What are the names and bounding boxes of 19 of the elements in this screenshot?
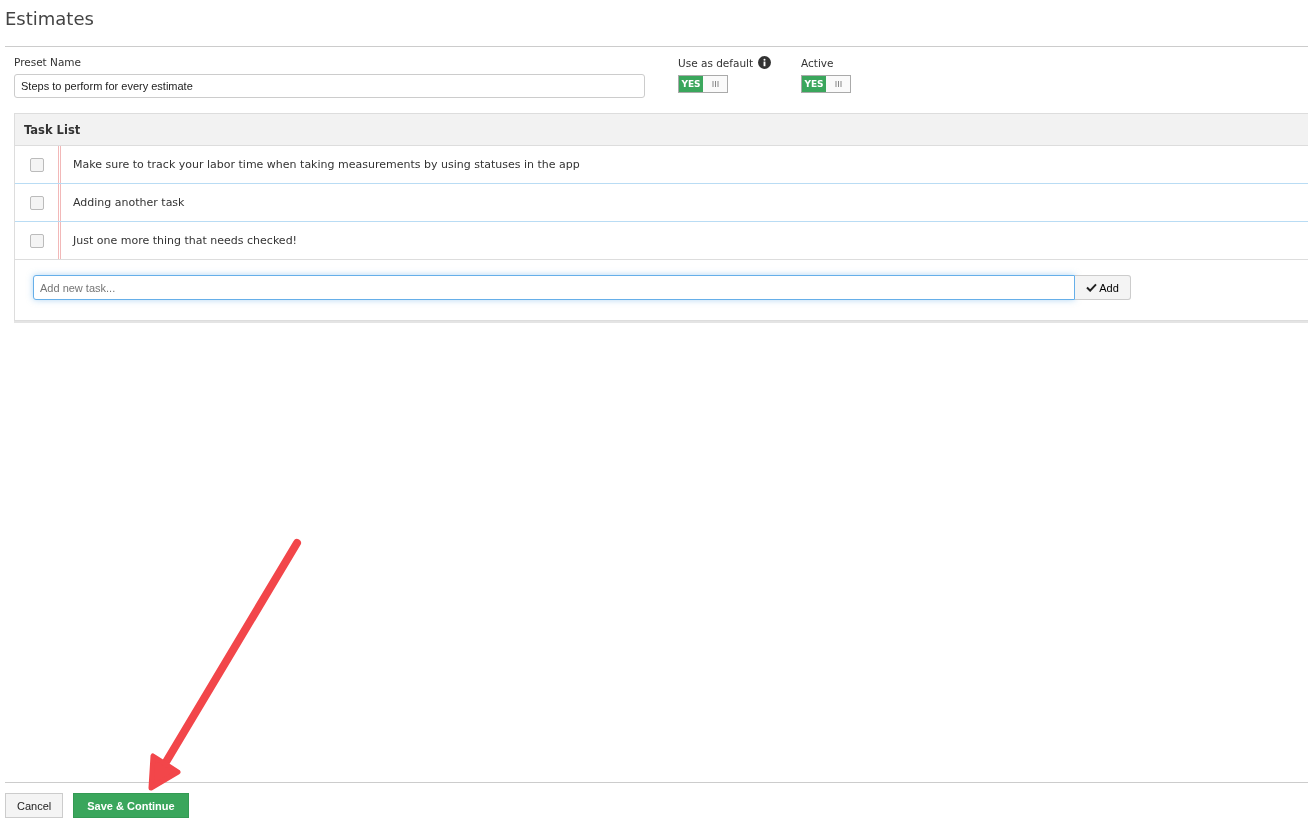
new-task-field[interactable]: Add new task... [33,275,1075,300]
toggle-label: Active [801,56,834,69]
toggle-label: Use as default [678,56,754,69]
cancel-button[interactable]: Cancel [5,793,64,818]
task-checkbox[interactable] [29,157,44,172]
task-checkbox[interactable] [29,233,44,248]
preset-name-field[interactable]: Steps to perform for every estimate [14,74,645,98]
grip-icon [834,81,842,87]
task-checkbox[interactable] [29,195,44,210]
info-icon[interactable] [758,56,772,69]
task-text: Make sure to track your labor time when taking measurements by using statuses in the app [73,158,580,171]
task-text: Just one more thing that needs checked! [73,234,298,247]
task-list-title: Task List [24,122,81,137]
grip-icon [711,81,719,87]
add-task-button[interactable]: Add [1075,275,1131,300]
preset-name-label: Preset Name [14,56,83,68]
page-title: Estimates [5,8,95,31]
task-text: Adding another task [73,196,185,209]
check-icon [1086,283,1098,292]
